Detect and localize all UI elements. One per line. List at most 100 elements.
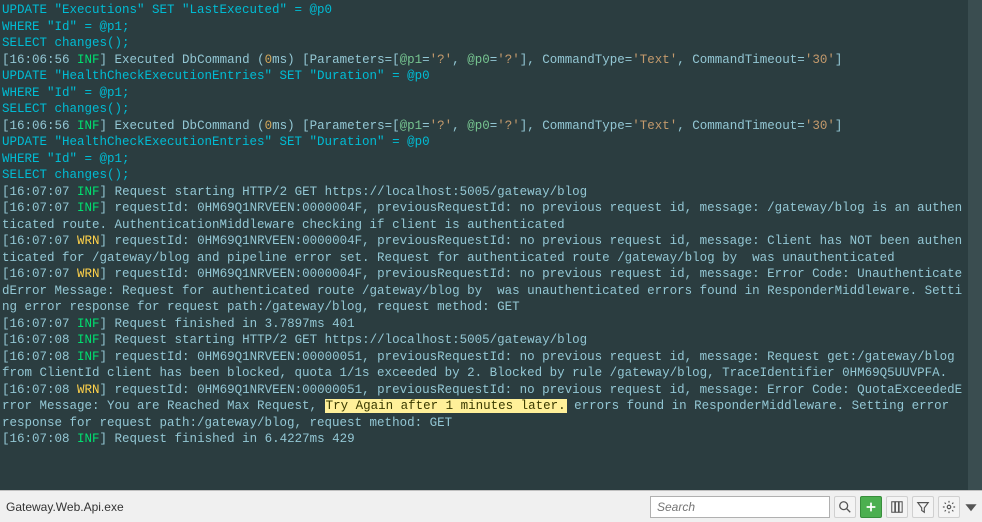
log-segment: INF — [77, 201, 100, 215]
add-button[interactable] — [860, 496, 882, 518]
columns-button[interactable] — [886, 496, 908, 518]
log-segment: 16:07:07 — [10, 317, 78, 331]
log-segment: ] Executed DbCommand ( — [100, 119, 265, 133]
log-segment: ] requestId: 0HM69Q1NRVEEN:0000004F, pre… — [2, 267, 962, 314]
log-segment: 16:07:07 — [10, 234, 78, 248]
log-segment: 16:07:07 — [10, 185, 78, 199]
log-segment: WRN — [77, 383, 100, 397]
log-line: UPDATE "Executions" SET "LastExecuted" =… — [2, 3, 332, 17]
log-line: [16:07:07 WRN] requestId: 0HM69Q1NRVEEN:… — [2, 267, 962, 314]
log-line: [16:07:07 INF] Request starting HTTP/2 G… — [2, 185, 587, 199]
log-line: WHERE "Id" = @p1; — [2, 152, 130, 166]
filter-button[interactable] — [912, 496, 934, 518]
log-line: [16:07:08 WRN] requestId: 0HM69Q1NRVEEN:… — [2, 383, 962, 430]
log-line: SELECT changes(); — [2, 102, 130, 116]
log-segment: ] — [835, 53, 843, 67]
log-segment: @p1 — [400, 119, 423, 133]
log-segment: 16:07:07 — [10, 201, 78, 215]
log-segment: INF — [77, 333, 100, 347]
log-segment: WRN — [77, 234, 100, 248]
log-line: [16:06:56 INF] Executed DbCommand (0ms) … — [2, 119, 842, 133]
log-line: [16:07:08 INF] requestId: 0HM69Q1NRVEEN:… — [2, 350, 962, 381]
log-segment: ] requestId: 0HM69Q1NRVEEN:0000004F, pre… — [2, 201, 962, 232]
log-segment: INF — [77, 119, 100, 133]
process-name-label: Gateway.Web.Api.exe — [4, 500, 124, 514]
log-segment: = — [422, 119, 430, 133]
log-segment: 0 — [265, 119, 273, 133]
log-segment: , — [452, 53, 467, 67]
log-segment: @p0 — [467, 53, 490, 67]
log-segment: [ — [2, 185, 10, 199]
log-segment: [ — [2, 119, 10, 133]
log-line: SELECT changes(); — [2, 36, 130, 50]
log-segment: , — [452, 119, 467, 133]
log-segment: , CommandTimeout= — [677, 119, 805, 133]
log-segment: ] Request starting HTTP/2 GET https://lo… — [100, 333, 588, 347]
log-segment: 16:07:08 — [10, 383, 78, 397]
log-segment: ] Request finished in 3.7897ms 401 — [100, 317, 355, 331]
log-segment: Request starting HTTP/2 GET https://loca… — [115, 185, 588, 199]
search-input[interactable] — [650, 496, 830, 518]
log-segment: INF — [77, 432, 100, 446]
log-segment: 16:06:56 — [10, 119, 78, 133]
search-button[interactable] — [834, 496, 856, 518]
log-line: [16:07:07 WRN] requestId: 0HM69Q1NRVEEN:… — [2, 234, 962, 265]
log-segment: [ — [2, 350, 10, 364]
log-segment: INF — [77, 185, 100, 199]
log-line: UPDATE "HealthCheckExecutionEntries" SET… — [2, 135, 430, 149]
log-segment: 16:07:08 — [10, 333, 78, 347]
log-segment: 'Text' — [632, 53, 677, 67]
chevron-down-icon — [964, 500, 978, 514]
log-segment: 0 — [265, 53, 273, 67]
log-segment: [ — [2, 201, 10, 215]
log-line: [16:06:56 INF] Executed DbCommand (0ms) … — [2, 53, 842, 67]
log-segment: UPDATE "HealthCheckExecutionEntries" SET… — [2, 69, 430, 83]
log-segment: 16:06:56 — [10, 53, 78, 67]
log-line: SELECT changes(); — [2, 168, 130, 182]
log-segment: ], CommandType= — [520, 53, 633, 67]
log-line: [16:07:08 INF] Request finished in 6.422… — [2, 432, 355, 446]
log-segment: ] requestId: 0HM69Q1NRVEEN:0000004F, pre… — [2, 234, 962, 265]
log-segment: [ — [2, 383, 10, 397]
columns-icon — [890, 500, 904, 514]
log-segment: WRN — [77, 267, 100, 281]
log-segment: [ — [2, 267, 10, 281]
log-segment: @p1 — [400, 53, 423, 67]
log-segment: [ — [2, 432, 10, 446]
log-segment: ] — [100, 185, 115, 199]
log-segment: WHERE "Id" = @p1; — [2, 20, 130, 34]
log-line: [16:07:07 INF] requestId: 0HM69Q1NRVEEN:… — [2, 201, 962, 232]
log-segment: 'Text' — [632, 119, 677, 133]
log-segment: 16:07:08 — [10, 350, 78, 364]
log-segment: '30' — [805, 119, 835, 133]
log-segment: '?' — [430, 119, 453, 133]
log-segment: '?' — [430, 53, 453, 67]
log-segment: ] Request finished in 6.4227ms 429 — [100, 432, 355, 446]
log-segment: ] Executed DbCommand ( — [100, 53, 265, 67]
log-segment: [ — [2, 234, 10, 248]
search-icon — [838, 500, 852, 514]
log-segment: 16:07:07 — [10, 267, 78, 281]
add-icon — [864, 500, 878, 514]
log-line: WHERE "Id" = @p1; — [2, 86, 130, 100]
log-segment: [ — [2, 333, 10, 347]
log-line: [16:07:08 INF] Request starting HTTP/2 G… — [2, 333, 587, 347]
log-line: WHERE "Id" = @p1; — [2, 20, 130, 34]
log-segment: SELECT changes(); — [2, 168, 130, 182]
log-segment: ] requestId: 0HM69Q1NRVEEN:00000051, pre… — [2, 350, 962, 381]
dropdown-button[interactable] — [964, 496, 978, 518]
log-segment: SELECT changes(); — [2, 36, 130, 50]
log-line: [16:07:07 INF] Request finished in 3.789… — [2, 317, 355, 331]
log-segment: [ — [2, 53, 10, 67]
settings-icon — [942, 500, 956, 514]
log-segment: SELECT changes(); — [2, 102, 130, 116]
log-output-panel[interactable]: UPDATE "Executions" SET "LastExecuted" =… — [0, 0, 982, 490]
settings-button[interactable] — [938, 496, 960, 518]
log-segment: ms) [Parameters=[ — [272, 119, 400, 133]
log-segment: UPDATE "HealthCheckExecutionEntries" SET… — [2, 135, 430, 149]
log-segment: '?' — [497, 119, 520, 133]
log-segment: WHERE "Id" = @p1; — [2, 152, 130, 166]
log-segment: WHERE "Id" = @p1; — [2, 86, 130, 100]
log-segment: [ — [2, 317, 10, 331]
log-segment: '?' — [497, 53, 520, 67]
